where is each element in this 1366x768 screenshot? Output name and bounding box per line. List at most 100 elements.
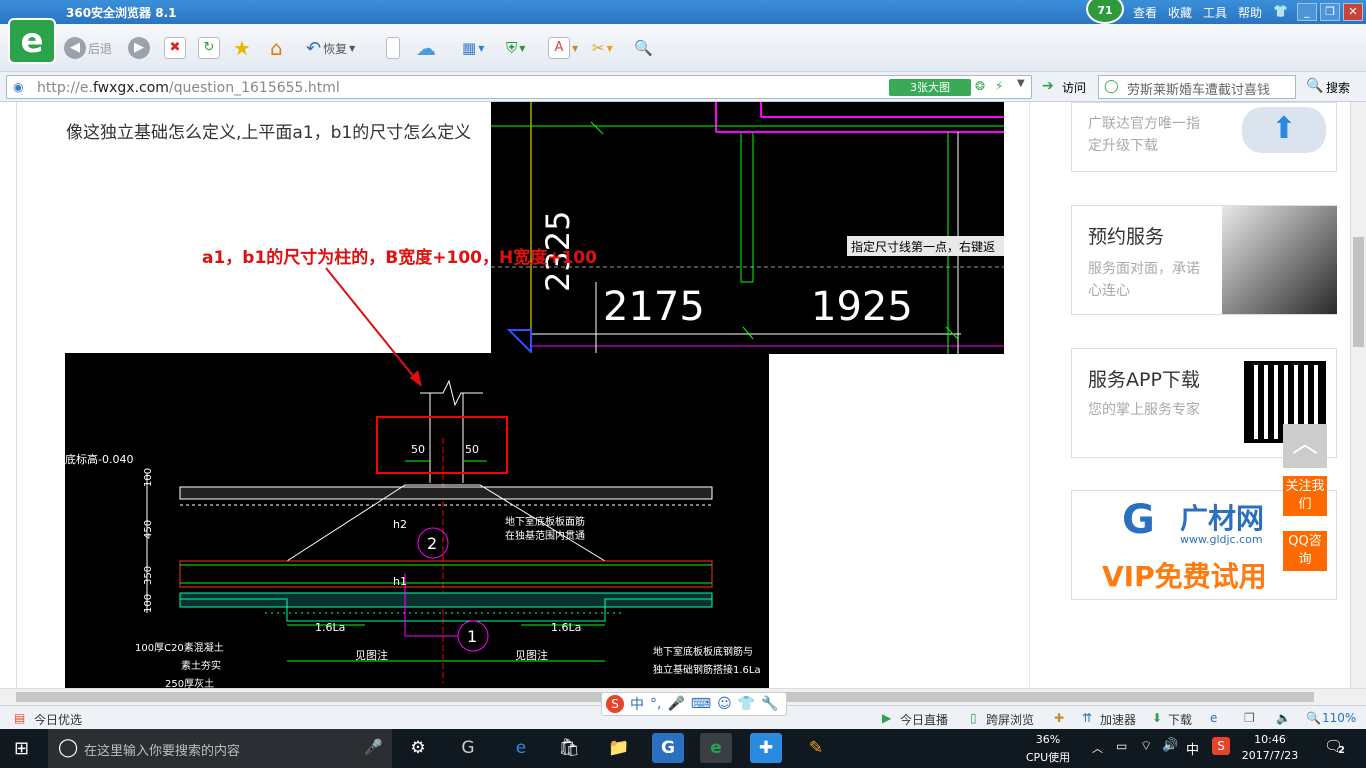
clock-date[interactable]: 2017/7/23 bbox=[1236, 749, 1304, 762]
compat-mode-icon[interactable]: ❂ bbox=[975, 79, 985, 93]
ime-mode[interactable]: 中 bbox=[630, 694, 644, 714]
close-button[interactable]: ✕ bbox=[1343, 3, 1363, 21]
search-engine-icon[interactable]: ◯ bbox=[1104, 79, 1119, 94]
maximize-button[interactable]: ❐ bbox=[1320, 3, 1340, 21]
zoom-magnifier-icon[interactable]: 🔍 bbox=[1306, 711, 1321, 725]
phone-icon[interactable]: ▯ bbox=[970, 711, 977, 725]
vertical-scrollbar[interactable] bbox=[1350, 102, 1366, 688]
sogou-icon[interactable]: S bbox=[606, 695, 624, 713]
sogou-tray-icon[interactable]: S bbox=[1212, 737, 1230, 755]
mobile-icon[interactable] bbox=[386, 34, 400, 62]
accel-rocket-icon[interactable]: ⇈ bbox=[1082, 711, 1092, 725]
store-icon[interactable]: 🛍 bbox=[553, 733, 585, 763]
screenshot-icon[interactable]: ✂ ▼ bbox=[592, 34, 613, 62]
remote-app-icon[interactable]: ✚ bbox=[750, 733, 782, 763]
menu-tools[interactable]: 工具 bbox=[1203, 4, 1227, 21]
windows-start-icon[interactable]: ⊞ bbox=[14, 738, 29, 759]
skin-shirt-icon[interactable]: 👕 bbox=[738, 696, 755, 712]
address-bar[interactable]: ◉ http://e.fwxgx.com/question_1615655.ht… bbox=[6, 75, 1032, 99]
visit-arrow-icon[interactable]: ➔ bbox=[1042, 78, 1054, 94]
speaker-icon[interactable]: 🔊 bbox=[1162, 738, 1178, 753]
zoom-icon[interactable]: 🔍 bbox=[634, 34, 653, 62]
menu-favorites[interactable]: 收藏 bbox=[1168, 4, 1192, 21]
ime-indicator[interactable]: 中 bbox=[1186, 739, 1199, 758]
undo-icon: ↶ bbox=[306, 37, 322, 59]
vertical-scroll-thumb[interactable] bbox=[1353, 237, 1364, 347]
user-icon[interactable]: ☺ bbox=[717, 696, 732, 712]
cortana-icon[interactable]: ◯ bbox=[58, 737, 78, 758]
menu-help[interactable]: 帮助 bbox=[1238, 4, 1262, 21]
stop-button[interactable]: ✖ bbox=[164, 34, 186, 62]
microphone-icon[interactable]: 🎤 bbox=[364, 738, 383, 756]
accelerator-link[interactable]: 加速器 bbox=[1100, 711, 1136, 728]
cloud-icon[interactable]: ☁ bbox=[416, 34, 436, 62]
address-dropdown-icon[interactable]: ▼ bbox=[1017, 78, 1025, 89]
mic-icon[interactable]: 🎤 bbox=[667, 696, 684, 712]
back-button[interactable]: ◀ 后退 bbox=[64, 34, 112, 62]
apps-icon[interactable]: ▦ ▼ bbox=[462, 34, 484, 62]
browser-360-taskbar-icon[interactable]: e bbox=[700, 733, 732, 763]
restore-button[interactable]: ↶ 恢复 ▼ bbox=[306, 34, 355, 62]
skin-icon[interactable]: 👕 bbox=[1273, 4, 1288, 18]
shield-icon[interactable]: ⛨ ▼ bbox=[506, 34, 525, 62]
forward-button[interactable]: ▶ bbox=[128, 34, 150, 62]
edge-icon[interactable]: e bbox=[505, 733, 537, 763]
notes-app-icon[interactable]: ✎ bbox=[800, 733, 832, 763]
search-button[interactable]: 搜索 bbox=[1326, 79, 1350, 96]
refresh-button[interactable]: ↻ bbox=[198, 34, 220, 62]
taskbar-app-icon[interactable]: G bbox=[452, 733, 484, 763]
download-icon[interactable]: ⬇ bbox=[1152, 711, 1162, 725]
cross-screen-link[interactable]: 跨屏浏览 bbox=[986, 711, 1034, 728]
ie-icon[interactable]: e bbox=[1210, 711, 1217, 725]
battery-icon[interactable]: ▭ bbox=[1116, 739, 1127, 753]
cpu-label: CPU使用 bbox=[1025, 751, 1071, 764]
home-icon[interactable]: ⌂ bbox=[270, 34, 283, 62]
card-appointment-sub: 服务面对面，承诺心连心 bbox=[1088, 261, 1200, 299]
cpu-usage[interactable]: 36% bbox=[1022, 733, 1074, 746]
tray-chevron-up-icon[interactable]: ︿ bbox=[1092, 740, 1103, 756]
qq-consult-button[interactable]: QQ咨询 bbox=[1283, 531, 1327, 571]
download-link[interactable]: 下载 bbox=[1168, 711, 1192, 728]
cad-screenshot-top: 2325 2175 1925 指定尺寸线第一点，右键返 bbox=[491, 102, 1004, 354]
volume-icon[interactable]: 🔈 bbox=[1276, 711, 1291, 725]
live-link[interactable]: 今日直播 bbox=[900, 711, 948, 728]
url-text[interactable]: http://e.fwxgx.com/question_1615655.html bbox=[37, 80, 340, 96]
wrench-icon[interactable]: 🔧 bbox=[761, 696, 778, 712]
ime-toolbar[interactable]: S 中 °, 🎤 ⌨ ☺ 👕 🔧 bbox=[601, 692, 787, 716]
today-pick-icon[interactable]: ▤ bbox=[14, 711, 25, 725]
security-score-badge[interactable]: 71 bbox=[1086, 0, 1124, 24]
translate-icon[interactable]: A ▼ bbox=[548, 34, 578, 62]
handshake-image bbox=[1222, 206, 1337, 314]
search-icon[interactable]: 🔍 bbox=[1306, 78, 1323, 94]
card-app-sub: 您的掌上服务专家 bbox=[1088, 402, 1200, 418]
today-pick-link[interactable]: 今日优选 bbox=[34, 711, 82, 728]
clock-time[interactable]: 10:46 bbox=[1240, 733, 1300, 746]
live-icon[interactable]: ▶ bbox=[882, 711, 891, 725]
zoom-level[interactable]: 110% bbox=[1322, 711, 1356, 725]
follow-us-button[interactable]: 关注我们 bbox=[1283, 476, 1327, 516]
big-picture-button[interactable]: 3张大图 bbox=[889, 79, 971, 96]
card-appointment[interactable]: 预约服务 服务面对面，承诺心连心 bbox=[1071, 205, 1337, 315]
task-view-icon[interactable]: ⚙ bbox=[402, 733, 434, 763]
visit-button[interactable]: 访问 bbox=[1062, 79, 1086, 96]
left-dim-450: 450 bbox=[143, 520, 154, 539]
see-note-right: 见图注 bbox=[515, 648, 548, 662]
back-to-top-button[interactable]: ︿ bbox=[1283, 424, 1327, 468]
glodon-app-icon[interactable]: G bbox=[652, 733, 684, 763]
speed-mode-icon[interactable]: ⚡ bbox=[995, 79, 1003, 93]
menu-view[interactable]: 查看 bbox=[1133, 4, 1157, 21]
window-icon[interactable]: ❐ bbox=[1244, 711, 1255, 725]
favorite-star-icon[interactable]: ★ bbox=[233, 34, 251, 62]
left-note-1: 100厚C20素混凝土 bbox=[135, 641, 224, 654]
minimize-button[interactable]: _ bbox=[1297, 3, 1317, 21]
browser-logo-icon[interactable]: e bbox=[8, 18, 56, 64]
file-explorer-icon[interactable]: 📁 bbox=[603, 733, 635, 763]
left-dim-100b: 100 bbox=[143, 594, 154, 613]
search-input[interactable]: 劳斯莱斯婚车遭截讨喜钱 bbox=[1098, 75, 1296, 99]
card-upgrade[interactable]: 广联达官方唯一指定升级下载 ⬆ bbox=[1071, 102, 1337, 172]
taskbar-search-input[interactable]: 在这里输入你要搜索的内容 bbox=[48, 729, 392, 768]
wifi-icon[interactable]: ⌔ bbox=[1140, 738, 1152, 754]
accelerator-icon[interactable]: ✚ bbox=[1054, 711, 1064, 725]
keyboard-icon[interactable]: ⌨ bbox=[691, 696, 711, 712]
punctuation-icon[interactable]: °, bbox=[650, 696, 661, 712]
